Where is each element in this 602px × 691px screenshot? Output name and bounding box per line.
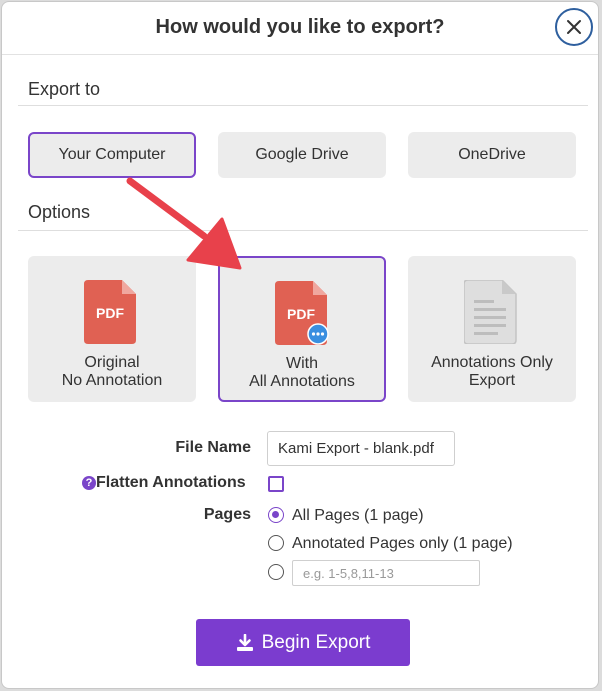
download-icon (236, 633, 253, 651)
begin-export-label: Begin Export (261, 631, 371, 653)
page-range-input[interactable] (292, 560, 480, 586)
onedrive-button[interactable]: OneDrive (408, 132, 576, 178)
options-divider (18, 230, 588, 231)
option-label: With All Annotations (220, 355, 384, 391)
pdf-icon: PDF (84, 280, 140, 344)
option-annotations-only-export[interactable]: Annotations Only Export (408, 256, 576, 402)
your-computer-label: Your Computer (58, 146, 166, 163)
option-label-line1: Annotations Only (431, 354, 553, 371)
close-icon (567, 20, 581, 34)
flatten-annotations-label: Flatten Annotations (96, 474, 246, 491)
option-with-all-annotations[interactable]: PDF With All Annotations (218, 256, 386, 402)
export-to-divider (18, 105, 588, 106)
option-label-line1: Original (84, 354, 140, 371)
file-name-label: File Name (175, 439, 251, 456)
all-pages-radio[interactable] (268, 507, 284, 523)
annotated-pages-radio[interactable] (268, 535, 284, 551)
option-label-line1: With (286, 355, 318, 372)
option-label-line2: Export (468, 372, 516, 389)
google-drive-button[interactable]: Google Drive (218, 132, 386, 178)
annotated-pages-label[interactable]: Annotated Pages only (1 page) (292, 535, 513, 553)
dialog-title: How would you like to export? (155, 16, 445, 38)
option-original-no-annotation[interactable]: PDF Original No Annotation (28, 256, 196, 402)
export-to-heading: Export to (28, 79, 101, 99)
all-pages-label[interactable]: All Pages (1 page) (292, 507, 424, 525)
option-label: Annotations Only Export (408, 354, 576, 390)
pdf-annotated-icon-text: PDF (287, 306, 315, 322)
google-drive-label: Google Drive (255, 146, 349, 163)
flatten-annotations-checkbox[interactable] (268, 476, 284, 492)
document-icon (463, 279, 520, 345)
pdf-annotated-icon: PDF (275, 281, 331, 345)
option-label-line2: All Annotations (249, 373, 355, 390)
onedrive-label: OneDrive (458, 146, 526, 163)
dialog-header: How would you like to export? (2, 2, 598, 55)
your-computer-button[interactable]: Your Computer (28, 132, 196, 178)
pages-label: Pages (203, 506, 251, 523)
option-label: Original No Annotation (28, 354, 196, 390)
export-dialog: How would you like to export? Export to … (1, 1, 599, 689)
custom-range-radio[interactable] (268, 564, 284, 580)
begin-export-button[interactable]: Begin Export (196, 619, 410, 666)
pdf-icon-text: PDF (96, 305, 124, 321)
close-button[interactable] (555, 8, 593, 46)
file-name-input[interactable] (267, 431, 455, 466)
options-heading: Options (28, 202, 91, 222)
option-label-line2: No Annotation (61, 372, 163, 389)
help-icon[interactable]: ? (82, 476, 96, 490)
